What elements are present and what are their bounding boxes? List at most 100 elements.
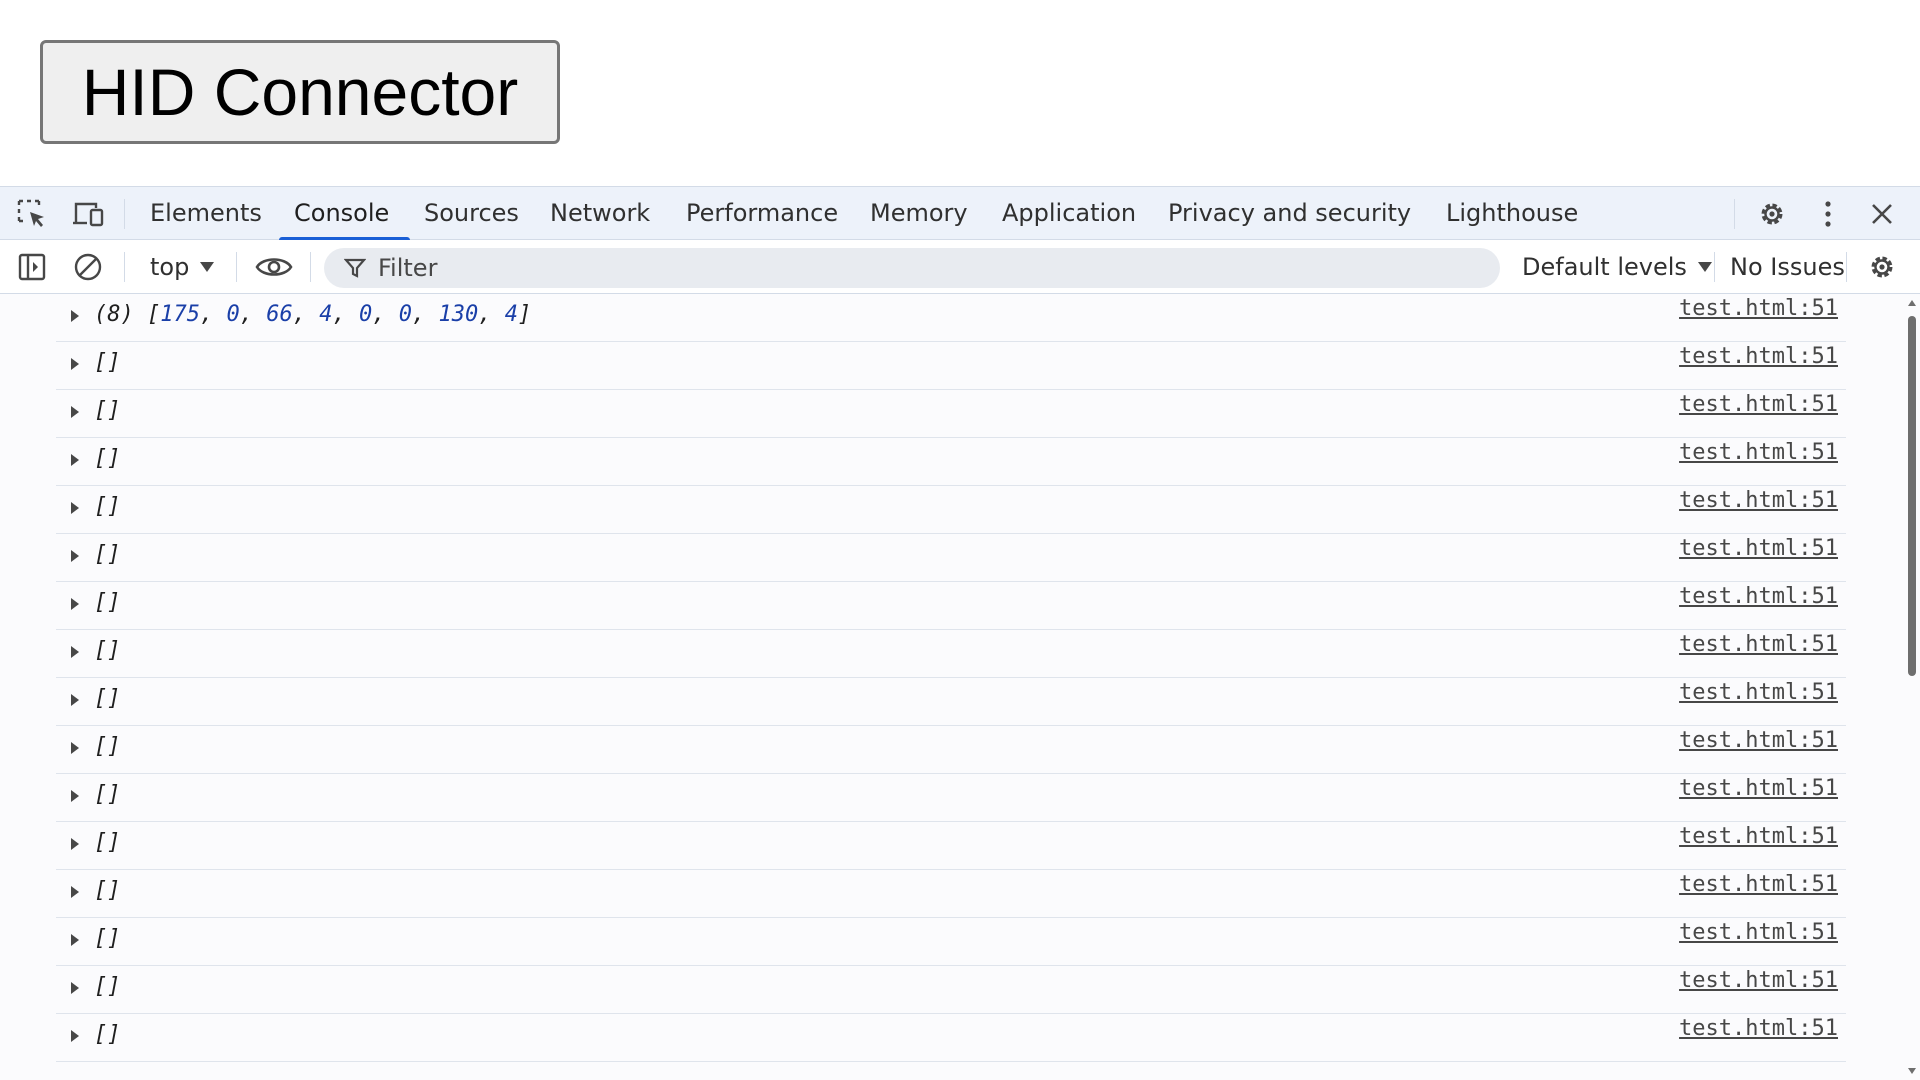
source-link[interactable]: test.html:51 bbox=[1679, 584, 1838, 609]
expand-arrow-icon[interactable] bbox=[68, 404, 82, 420]
expand-arrow-icon[interactable] bbox=[68, 452, 82, 468]
context-selector[interactable]: top bbox=[150, 248, 215, 286]
console-messages: (8) [175, 0, 66, 4, 0, 0, 130, 4] test.h… bbox=[0, 294, 1920, 1080]
console-row[interactable]: [] test.html:51 bbox=[56, 534, 1846, 582]
console-scrollbar[interactable] bbox=[1904, 294, 1920, 1080]
expand-arrow-icon[interactable] bbox=[68, 980, 82, 996]
source-link[interactable]: test.html:51 bbox=[1679, 488, 1838, 513]
console-row[interactable]: [] test.html:51 bbox=[56, 390, 1846, 438]
source-link[interactable]: test.html:51 bbox=[1679, 392, 1838, 417]
expand-arrow-icon[interactable] bbox=[68, 932, 82, 948]
tab-network[interactable]: Network bbox=[550, 187, 650, 239]
console-toolbar: top Default levels No Issues bbox=[0, 240, 1920, 294]
source-link[interactable]: test.html:51 bbox=[1679, 680, 1838, 705]
source-link[interactable]: test.html:51 bbox=[1679, 824, 1838, 849]
expand-arrow-icon[interactable] bbox=[68, 596, 82, 612]
log-levels-dropdown[interactable]: Default levels bbox=[1522, 248, 1713, 286]
expand-arrow-icon[interactable] bbox=[68, 308, 82, 324]
toolbar-separator bbox=[310, 252, 311, 282]
tab-privacy-and-security[interactable]: Privacy and security bbox=[1168, 187, 1411, 239]
expand-arrow-icon[interactable] bbox=[68, 548, 82, 564]
inspect-element-icon[interactable] bbox=[14, 197, 50, 231]
console-settings-gear-icon[interactable] bbox=[1864, 250, 1900, 284]
dropdown-arrow-icon bbox=[1697, 262, 1712, 272]
filter-box[interactable] bbox=[324, 248, 1500, 288]
console-message: [] bbox=[94, 398, 121, 423]
console-row[interactable]: [] test.html:51 bbox=[56, 630, 1846, 678]
dropdown-arrow-icon bbox=[200, 262, 215, 272]
source-link[interactable]: test.html:51 bbox=[1679, 872, 1838, 897]
console-row[interactable]: [] test.html:51 bbox=[56, 966, 1846, 1014]
tabbar-separator bbox=[124, 199, 125, 229]
close-icon[interactable] bbox=[1864, 197, 1900, 231]
expand-arrow-icon[interactable] bbox=[68, 740, 82, 756]
console-message: [] bbox=[94, 734, 121, 759]
console-row[interactable]: (8) [175, 0, 66, 4, 0, 0, 130, 4] test.h… bbox=[56, 294, 1846, 342]
page-content: HID Connector bbox=[0, 0, 1920, 186]
source-link[interactable]: test.html:51 bbox=[1679, 296, 1838, 321]
filter-input[interactable] bbox=[376, 253, 1380, 283]
tab-application[interactable]: Application bbox=[1002, 187, 1136, 239]
expand-arrow-icon[interactable] bbox=[68, 692, 82, 708]
toolbar-separator bbox=[236, 252, 237, 282]
console-row[interactable]: [] test.html:51 bbox=[56, 726, 1846, 774]
hid-connector-button[interactable]: HID Connector bbox=[40, 40, 560, 144]
console-message: [] bbox=[94, 974, 121, 999]
tab-console[interactable]: Console bbox=[278, 187, 411, 241]
console-row[interactable]: [] test.html:51 bbox=[56, 342, 1846, 390]
more-options-icon[interactable] bbox=[1810, 197, 1846, 231]
devtools-tabbar: Elements Console Sources Network Perform… bbox=[0, 186, 1920, 241]
expand-arrow-icon[interactable] bbox=[68, 836, 82, 852]
console-row[interactable]: [] test.html:51 bbox=[56, 870, 1846, 918]
expand-arrow-icon[interactable] bbox=[68, 788, 82, 804]
console-message: [] bbox=[94, 638, 121, 663]
show-sidebar-icon[interactable] bbox=[14, 250, 50, 284]
expand-arrow-icon[interactable] bbox=[68, 356, 82, 372]
toolbar-separator bbox=[1714, 252, 1715, 282]
console-row[interactable]: [] test.html:51 bbox=[56, 486, 1846, 534]
console-message: [] bbox=[94, 782, 121, 807]
console-message: [] bbox=[94, 1022, 121, 1047]
console-message: [] bbox=[94, 542, 121, 567]
tab-performance[interactable]: Performance bbox=[686, 187, 838, 239]
settings-gear-icon[interactable] bbox=[1754, 197, 1790, 231]
console-row[interactable]: [] test.html:51 bbox=[56, 582, 1846, 630]
console-row[interactable]: [] test.html:51 bbox=[56, 1014, 1846, 1062]
tab-memory[interactable]: Memory bbox=[870, 187, 968, 239]
expand-arrow-icon[interactable] bbox=[68, 500, 82, 516]
clear-console-icon[interactable] bbox=[70, 250, 106, 284]
source-link[interactable]: test.html:51 bbox=[1679, 1016, 1838, 1041]
console-row[interactable]: [] test.html:51 bbox=[56, 918, 1846, 966]
filter-funnel-icon bbox=[344, 258, 366, 278]
expand-arrow-icon[interactable] bbox=[68, 884, 82, 900]
source-link[interactable]: test.html:51 bbox=[1679, 776, 1838, 801]
console-message: [] bbox=[94, 686, 121, 711]
source-link[interactable]: test.html:51 bbox=[1679, 632, 1838, 657]
toolbar-separator bbox=[124, 252, 125, 282]
tab-lighthouse[interactable]: Lighthouse bbox=[1446, 187, 1578, 239]
expand-arrow-icon[interactable] bbox=[68, 1028, 82, 1044]
context-label: top bbox=[150, 253, 190, 281]
issues-counter[interactable]: No Issues bbox=[1730, 248, 1845, 286]
devtools-panel: Elements Console Sources Network Perform… bbox=[0, 186, 1920, 1080]
tab-sources[interactable]: Sources bbox=[424, 187, 519, 239]
source-link[interactable]: test.html:51 bbox=[1679, 920, 1838, 945]
source-link[interactable]: test.html:51 bbox=[1679, 968, 1838, 993]
console-row[interactable]: [] test.html:51 bbox=[56, 678, 1846, 726]
scroll-down-arrow-icon[interactable] bbox=[1906, 1066, 1918, 1076]
console-row[interactable]: [] test.html:51 bbox=[56, 438, 1846, 486]
source-link[interactable]: test.html:51 bbox=[1679, 536, 1838, 561]
console-row[interactable]: [] test.html:51 bbox=[56, 822, 1846, 870]
scroll-thumb[interactable] bbox=[1908, 316, 1916, 676]
console-row[interactable]: [] test.html:51 bbox=[56, 774, 1846, 822]
expand-arrow-icon[interactable] bbox=[68, 644, 82, 660]
source-link[interactable]: test.html:51 bbox=[1679, 728, 1838, 753]
tabbar-separator bbox=[1734, 199, 1735, 229]
device-toolbar-icon[interactable] bbox=[70, 197, 106, 231]
toolbar-separator bbox=[1846, 252, 1847, 282]
scroll-up-arrow-icon[interactable] bbox=[1906, 298, 1918, 308]
live-expression-eye-icon[interactable] bbox=[252, 250, 296, 284]
source-link[interactable]: test.html:51 bbox=[1679, 440, 1838, 465]
source-link[interactable]: test.html:51 bbox=[1679, 344, 1838, 369]
tab-elements[interactable]: Elements bbox=[150, 187, 262, 239]
